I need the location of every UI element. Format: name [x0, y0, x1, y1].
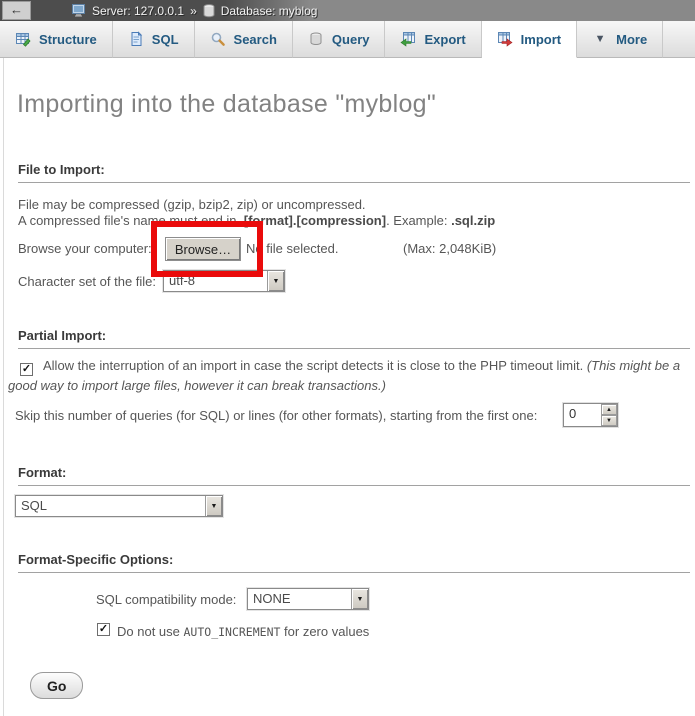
sql-compatibility-label: SQL compatibility mode:	[96, 592, 236, 607]
sql-compatibility-select[interactable]: NONE ▼	[247, 588, 369, 610]
charset-select[interactable]: utf-8 ▼	[163, 270, 285, 292]
spin-up-button[interactable]: ▲	[601, 404, 617, 415]
format-select[interactable]: SQL ▼	[15, 495, 223, 517]
file-name-rule-prefix: A compressed file's name must end in	[18, 213, 240, 228]
max-upload-size: (Max: 2,048KiB)	[403, 241, 496, 256]
section-heading-partial-import: Partial Import:	[18, 327, 690, 349]
compression-hint: File may be compressed (gzip, bzip2, zip…	[18, 197, 366, 212]
allow-interruption-checkbox[interactable]: ✓	[20, 363, 33, 376]
content-left-border	[3, 58, 4, 716]
section-heading-format-specific: Format-Specific Options:	[18, 551, 690, 573]
file-name-rule-format: .[format].[compression]	[240, 213, 386, 228]
tab-structure[interactable]: Structure	[0, 21, 113, 58]
tab-bar: Structure SQL Search Query Export	[0, 21, 695, 58]
browse-button[interactable]: Browse…	[165, 237, 241, 261]
tab-more[interactable]: ▼ More	[577, 21, 663, 58]
back-arrow-icon: ←	[10, 2, 23, 17]
tab-export-label: Export	[424, 32, 465, 47]
charset-select-value: utf-8	[164, 271, 267, 291]
breadcrumb-database[interactable]: Database: myblog	[221, 4, 318, 18]
dropdown-arrow-icon[interactable]: ▼	[205, 496, 222, 516]
tab-query[interactable]: Query	[293, 21, 386, 58]
breadcrumb-bar: ← Server: 127.0.0.1 » Database: myblog	[0, 0, 695, 21]
query-icon	[308, 31, 324, 47]
spin-down-button[interactable]: ▼	[601, 415, 617, 426]
spinner-buttons: ▲ ▼	[601, 404, 617, 426]
search-icon	[210, 31, 226, 47]
autoincrement-checkbox[interactable]: ✓	[97, 623, 110, 636]
dropdown-arrow-icon[interactable]: ▼	[351, 589, 368, 609]
export-icon	[400, 31, 416, 47]
tab-more-label: More	[616, 32, 647, 47]
go-button[interactable]: Go	[30, 672, 83, 699]
charset-label: Character set of the file:	[18, 274, 156, 289]
tab-structure-label: Structure	[39, 32, 97, 47]
server-icon	[72, 4, 86, 17]
database-icon	[203, 4, 215, 18]
structure-icon	[15, 31, 31, 47]
page-title: Importing into the database "myblog"	[17, 90, 436, 119]
tab-sql[interactable]: SQL	[113, 21, 195, 58]
import-icon	[497, 31, 513, 47]
section-heading-format: Format:	[18, 464, 690, 486]
tab-bar-filler	[663, 21, 695, 58]
autoincrement-label-suffix: for zero values	[280, 624, 369, 639]
autoincrement-code: AUTO_INCREMENT	[184, 625, 281, 639]
allow-interruption-text: Allow the interruption of an import in c…	[43, 358, 587, 373]
tab-sql-label: SQL	[152, 32, 179, 47]
skip-queries-input[interactable]: 0 ▲ ▼	[563, 403, 618, 427]
file-name-rule: A compressed file's name must end in .[f…	[18, 213, 495, 228]
back-button[interactable]: ←	[2, 1, 31, 20]
tab-import-label: Import	[521, 32, 561, 47]
breadcrumb: Server: 127.0.0.1 » Database: myblog	[72, 0, 317, 21]
autoincrement-label-prefix: Do not use	[117, 624, 184, 639]
phpmyadmin-import-page: ← Server: 127.0.0.1 » Database: myblog S…	[0, 0, 695, 716]
browse-label: Browse your computer:	[18, 241, 152, 256]
no-file-selected-text: No file selected.	[246, 241, 339, 256]
breadcrumb-server[interactable]: Server: 127.0.0.1	[92, 4, 184, 18]
allow-interruption-row: ✓ Allow the interruption of an import in …	[8, 356, 690, 395]
tab-search[interactable]: Search	[195, 21, 293, 58]
sql-compatibility-value: NONE	[248, 589, 351, 609]
dropdown-arrow-icon[interactable]: ▼	[267, 271, 284, 291]
tab-search-label: Search	[234, 32, 277, 47]
skip-queries-label: Skip this number of queries (for SQL) or…	[15, 408, 537, 423]
file-to-import-heading: File to Import:	[18, 162, 105, 177]
file-name-rule-example: .sql.zip	[451, 213, 495, 228]
file-name-rule-mid: . Example:	[386, 213, 451, 228]
tab-import[interactable]: Import	[482, 21, 577, 58]
autoincrement-label: Do not use AUTO_INCREMENT for zero value…	[117, 624, 369, 639]
format-heading: Format:	[18, 465, 66, 480]
skip-queries-value[interactable]: 0	[564, 404, 601, 426]
format-specific-heading: Format-Specific Options:	[18, 552, 173, 567]
section-heading-file-to-import: File to Import:	[18, 161, 690, 183]
format-select-value: SQL	[16, 496, 205, 516]
sql-icon	[128, 31, 144, 47]
chevron-down-icon: ▼	[592, 31, 608, 47]
breadcrumb-separator: »	[190, 4, 197, 18]
tab-query-label: Query	[332, 32, 370, 47]
partial-import-heading: Partial Import:	[18, 328, 106, 343]
tab-export[interactable]: Export	[385, 21, 481, 58]
